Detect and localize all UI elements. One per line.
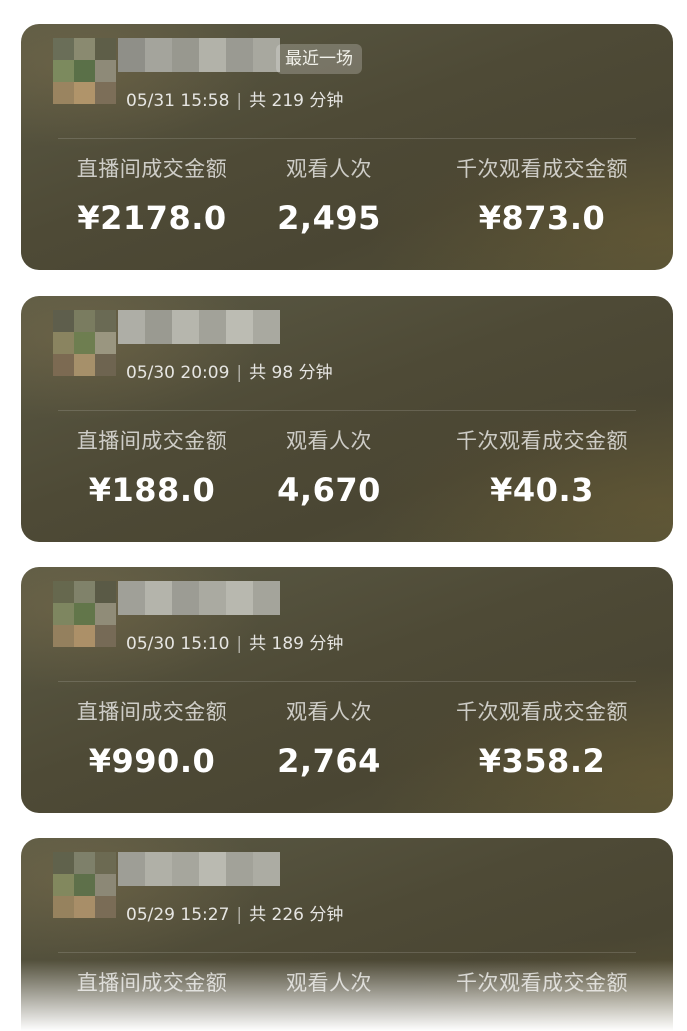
divider bbox=[58, 138, 636, 139]
avatar-blurred bbox=[53, 852, 117, 918]
live-session-card[interactable]: 05/29 15:27 | 共 226 分钟 直播间成交金额 观看人次 千次观看成交… bbox=[21, 838, 673, 1031]
session-meta: 05/29 15:27 | 共 226 分钟 bbox=[126, 900, 343, 925]
stat-views: 观看人次 4,670 bbox=[244, 424, 414, 510]
session-datetime: 05/30 15:10 bbox=[126, 634, 230, 654]
stat-gpm: 千次观看成交金额 ¥358.2 bbox=[428, 695, 656, 781]
stat-value: ¥2178.0 bbox=[77, 199, 227, 237]
stat-label: 观看人次 bbox=[286, 971, 372, 995]
stat-label: 千次观看成交金额 bbox=[456, 971, 628, 995]
stat-value: ¥873.0 bbox=[478, 199, 606, 237]
stat-value: ¥990.0 bbox=[88, 742, 216, 780]
session-meta: 05/30 20:09 | 共 98 分钟 bbox=[126, 358, 333, 383]
stat-gmv: 直播间成交金额 ¥188.0 bbox=[45, 424, 259, 510]
stat-label: 直播间成交金额 bbox=[76, 971, 228, 995]
live-session-card[interactable]: 05/30 20:09 | 共 98 分钟 直播间成交金额 ¥188.0 观看人次 … bbox=[21, 296, 673, 542]
divider bbox=[58, 681, 636, 682]
stat-label: 观看人次 bbox=[286, 700, 372, 724]
stat-value: ¥358.2 bbox=[478, 742, 606, 780]
avatar-blurred bbox=[53, 38, 117, 104]
stat-views: 观看人次 bbox=[244, 966, 414, 1000]
stat-label: 直播间成交金额 bbox=[76, 429, 228, 453]
divider bbox=[58, 952, 636, 953]
stat-gpm: 千次观看成交金额 bbox=[428, 966, 656, 1000]
stat-gmv: 直播间成交金额 ¥990.0 bbox=[45, 695, 259, 781]
live-sessions-list: 最近一场 05/31 15:58 | 共 219 分钟 直播间成交金额 ¥2178.… bbox=[0, 0, 687, 1031]
stat-value: 4,670 bbox=[277, 471, 381, 509]
username-blurred bbox=[118, 852, 280, 886]
session-duration: 共 219 分钟 bbox=[249, 91, 344, 111]
stat-label: 千次观看成交金额 bbox=[456, 157, 628, 181]
stat-label: 观看人次 bbox=[286, 157, 372, 181]
stat-value: ¥40.3 bbox=[490, 471, 594, 509]
stat-label: 直播间成交金额 bbox=[76, 700, 228, 724]
username-blurred bbox=[118, 38, 280, 72]
divider bbox=[58, 410, 636, 411]
meta-separator: | bbox=[236, 363, 243, 383]
stat-label: 直播间成交金额 bbox=[76, 157, 228, 181]
stat-views: 观看人次 2,495 bbox=[244, 152, 414, 238]
stat-gmv: 直播间成交金额 bbox=[45, 966, 259, 1000]
meta-separator: | bbox=[236, 634, 243, 654]
stat-label: 千次观看成交金额 bbox=[456, 700, 628, 724]
username-blurred bbox=[118, 310, 280, 344]
session-datetime: 05/31 15:58 bbox=[126, 91, 230, 111]
session-duration: 共 226 分钟 bbox=[249, 905, 344, 925]
stat-label: 千次观看成交金额 bbox=[456, 429, 628, 453]
session-datetime: 05/30 20:09 bbox=[126, 363, 230, 383]
stat-gmv: 直播间成交金额 ¥2178.0 bbox=[45, 152, 259, 238]
stat-value: 2,764 bbox=[277, 742, 381, 780]
stat-gpm: 千次观看成交金额 ¥873.0 bbox=[428, 152, 656, 238]
stat-gpm: 千次观看成交金额 ¥40.3 bbox=[428, 424, 656, 510]
avatar-blurred bbox=[53, 310, 117, 376]
session-meta: 05/31 15:58 | 共 219 分钟 bbox=[126, 86, 343, 111]
meta-separator: | bbox=[236, 905, 243, 925]
session-meta: 05/30 15:10 | 共 189 分钟 bbox=[126, 629, 343, 654]
session-duration: 共 98 分钟 bbox=[249, 363, 333, 383]
stat-label: 观看人次 bbox=[286, 429, 372, 453]
session-duration: 共 189 分钟 bbox=[249, 634, 344, 654]
username-blurred bbox=[118, 581, 280, 615]
stat-value: 2,495 bbox=[277, 199, 381, 237]
latest-session-badge: 最近一场 bbox=[276, 44, 362, 74]
avatar-blurred bbox=[53, 581, 117, 647]
meta-separator: | bbox=[236, 91, 243, 111]
live-session-card[interactable]: 05/30 15:10 | 共 189 分钟 直播间成交金额 ¥990.0 观看人次… bbox=[21, 567, 673, 813]
session-datetime: 05/29 15:27 bbox=[126, 905, 230, 925]
stat-views: 观看人次 2,764 bbox=[244, 695, 414, 781]
live-session-card[interactable]: 最近一场 05/31 15:58 | 共 219 分钟 直播间成交金额 ¥2178.… bbox=[21, 24, 673, 270]
stat-value: ¥188.0 bbox=[88, 471, 216, 509]
